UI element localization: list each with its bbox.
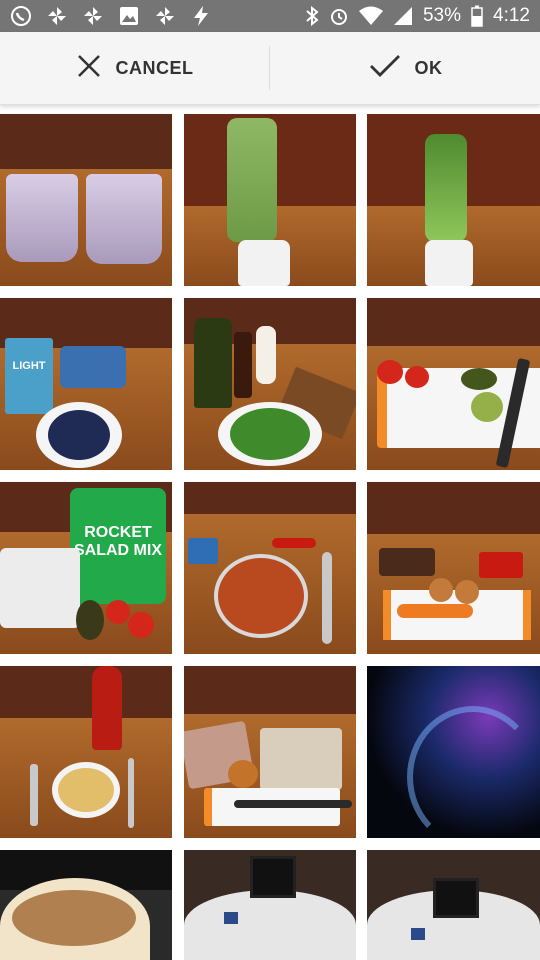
close-icon (76, 53, 102, 84)
photo-pastry-onion-knife[interactable] (184, 666, 356, 838)
cancel-label: CANCEL (115, 57, 194, 78)
cancel-button[interactable]: CANCEL (0, 32, 269, 104)
photo-laptop-desk-2[interactable] (367, 850, 540, 960)
flash-icon (190, 5, 212, 27)
pinwheel-icon (82, 5, 104, 27)
photo-spinach-salad-oil[interactable] (184, 298, 356, 470)
checkmark-icon (369, 53, 401, 84)
photo-laptop-desk-1[interactable] (184, 850, 356, 960)
pinwheel-icon (46, 5, 68, 27)
bluetooth-icon (305, 6, 319, 26)
photo-tomatoes-avocado-knife[interactable] (367, 298, 540, 470)
photo-green-blender[interactable] (184, 114, 356, 286)
battery-percent: 53% (422, 5, 462, 26)
signal-icon (393, 6, 413, 26)
wifi-icon (358, 6, 383, 26)
photo-spices-onions-carrot[interactable] (367, 482, 540, 654)
image-icon (118, 5, 140, 27)
action-divider (269, 46, 270, 90)
photo-eggs-rocket-salad[interactable]: ROCKET SALAD MIX (0, 482, 172, 654)
photo-coffee-cup-keyboard[interactable] (0, 850, 172, 960)
whatsapp-icon (10, 5, 32, 27)
action-bar: CANCEL OK (0, 32, 540, 105)
ok-button[interactable]: OK (271, 32, 540, 104)
photo-ketchup-pancake[interactable] (0, 666, 172, 838)
battery-icon (471, 5, 483, 27)
ok-label: OK (414, 57, 443, 78)
photo-milk-blueberries[interactable]: LIGHT (0, 298, 172, 470)
system-icons: 53% 4:12 (305, 0, 530, 32)
notification-icons (10, 5, 212, 27)
photo-abstract-dark-wallpaper[interactable] (367, 666, 540, 838)
pinwheel-icon (154, 5, 176, 27)
photo-smoothies-two-glasses[interactable] (0, 114, 172, 286)
status-bar: 53% 4:12 (0, 0, 540, 32)
photo-bowl-stew-spoon[interactable] (184, 482, 356, 654)
photo-green-blender-leaves[interactable] (367, 114, 540, 286)
alarm-icon (329, 6, 349, 26)
clock-time: 4:12 (493, 5, 530, 26)
